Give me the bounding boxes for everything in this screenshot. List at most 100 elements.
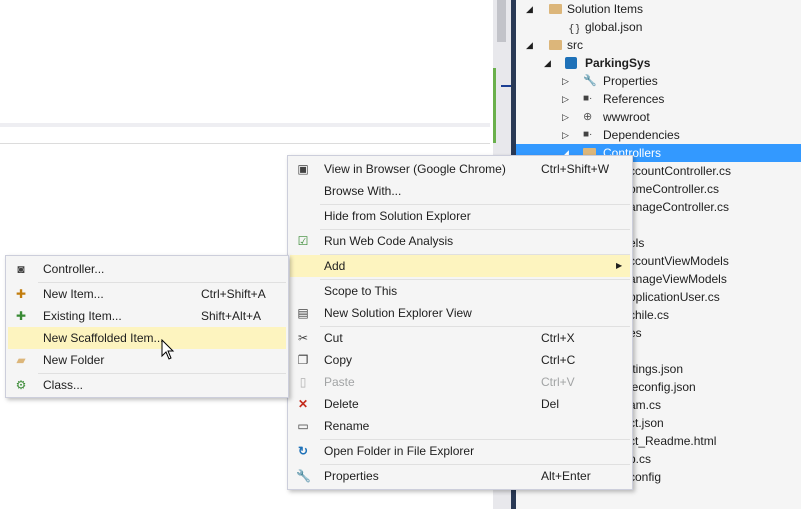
tree-item-src[interactable]: ◢ src: [516, 36, 801, 54]
folder-icon: [549, 4, 562, 14]
menu-item-label: Controller...: [43, 262, 105, 276]
menu-item-cut[interactable]: ✂ Cut Ctrl+X: [290, 327, 630, 349]
dependencies-icon: ■·: [583, 129, 593, 140]
menu-item-label: View in Browser (Google Chrome): [324, 162, 506, 176]
menu-item-hide-from-solution-explorer[interactable]: Hide from Solution Explorer: [290, 205, 630, 227]
expand-arrow-icon[interactable]: ◢: [544, 54, 554, 72]
menu-item-label: Copy: [324, 353, 353, 367]
browser-icon: ▣: [297, 162, 309, 176]
menu-item-add[interactable]: Add ▶: [290, 255, 630, 277]
expand-arrow-icon[interactable]: ◢: [526, 36, 536, 54]
menu-item-label: Open Folder in File Explorer: [324, 444, 475, 458]
delete-icon: ✕: [297, 397, 309, 411]
menu-item-shortcut: Ctrl+C: [541, 353, 576, 367]
expand-arrow-icon[interactable]: ◢: [526, 0, 536, 18]
menu-item-run-web-code-analysis[interactable]: ☑ Run Web Code Analysis: [290, 230, 630, 252]
menu-item-label: Hide from Solution Explorer: [324, 209, 471, 223]
existing-item-icon: ✚: [15, 309, 27, 323]
menu-item-properties[interactable]: 🔧 Properties Alt+Enter: [290, 465, 630, 487]
menu-item-scope-to-this[interactable]: Scope to This: [290, 280, 630, 302]
menu-item-label: New Solution Explorer View: [324, 306, 472, 320]
copy-icon: ❐: [297, 353, 309, 367]
tree-item-wwwroot[interactable]: ▷ ⊕ wwwroot: [516, 108, 801, 126]
globe-icon: ⊕: [583, 111, 593, 123]
svg-text:{}: {}: [568, 22, 579, 35]
expand-arrow-icon[interactable]: ▷: [562, 90, 572, 108]
tree-item-properties[interactable]: ▷ 🔧 Properties: [516, 72, 801, 90]
wrench-icon: 🔧: [583, 75, 597, 87]
menu-item-label: Add: [324, 259, 346, 273]
tree-item-label: wwwroot: [603, 110, 650, 124]
menu-item-copy[interactable]: ❐ Copy Ctrl+C: [290, 349, 630, 371]
tree-item-solution-items[interactable]: ◢ Solution Items: [516, 0, 801, 18]
tree-item-label: am.cs: [629, 398, 662, 412]
expand-arrow-icon[interactable]: ▷: [562, 72, 572, 90]
context-menu: ▣ View in Browser (Google Chrome) Ctrl+S…: [287, 155, 633, 490]
tree-item-label: ParkingSys: [585, 56, 651, 70]
mouse-cursor-icon: [161, 339, 175, 360]
menu-item-shortcut: Ctrl+Shift+W: [541, 162, 610, 176]
change-marker: [493, 68, 496, 143]
tree-item-label: pplicationUser.cs: [629, 290, 720, 304]
submenu-item-existing-item[interactable]: ✚ Existing Item... Shift+Alt+A: [8, 305, 286, 327]
submenu-arrow-icon: ▶: [616, 261, 623, 270]
menu-item-label: Paste: [324, 375, 355, 389]
menu-item-label: Class...: [43, 378, 84, 392]
controller-icon: ◙: [17, 262, 25, 276]
submenu-item-new-item[interactable]: ✚ New Item... Ctrl+Shift+A: [8, 283, 286, 305]
menu-item-open-folder-in-file-explorer[interactable]: ↻ Open Folder in File Explorer: [290, 440, 630, 462]
menu-item-label: Properties: [324, 469, 379, 483]
menu-item-label: New Folder: [43, 353, 105, 367]
tree-item-label: ct.json: [629, 416, 664, 430]
tree-item-label: config: [629, 470, 662, 484]
tree-item-label: anageViewModels: [629, 272, 727, 286]
new-folder-icon: ▰: [16, 353, 26, 367]
menu-item-label: Existing Item...: [43, 309, 122, 323]
scrollbar-thumb[interactable]: [497, 0, 506, 42]
tree-item-label: src: [567, 38, 583, 52]
web-project-icon: [565, 57, 577, 69]
menu-item-browse-with[interactable]: Browse With...: [290, 180, 630, 202]
new-item-icon: ✚: [15, 287, 27, 301]
tree-item-label: Properties: [603, 74, 658, 88]
tree-item-label: References: [603, 92, 665, 106]
tree-item-global-json[interactable]: {} global.json: [516, 18, 801, 36]
menu-item-delete[interactable]: ✕ Delete Del: [290, 393, 630, 415]
menu-item-view-in-browser[interactable]: ▣ View in Browser (Google Chrome) Ctrl+S…: [290, 158, 630, 180]
submenu-item-class[interactable]: ⚙ Class...: [8, 374, 286, 396]
tree-item-references[interactable]: ▷ ■· References: [516, 90, 801, 108]
editor-lower-pane[interactable]: [0, 127, 490, 144]
menu-item-new-solution-explorer-view[interactable]: ▤ New Solution Explorer View: [290, 302, 630, 324]
editor-pane[interactable]: [0, 0, 490, 123]
menu-item-shortcut: Alt+Enter: [541, 469, 591, 483]
menu-item-label: Scope to This: [324, 284, 398, 298]
tree-item-label: Dependencies: [603, 128, 680, 142]
submenu-item-new-scaffolded-item[interactable]: New Scaffolded Item...: [8, 327, 286, 349]
tree-item-label: global.json: [585, 20, 643, 34]
expand-arrow-icon[interactable]: ▷: [562, 126, 572, 144]
menu-item-shortcut: Ctrl+Shift+A: [201, 287, 266, 301]
tree-item-label: ttings.json: [629, 362, 684, 376]
folder-icon: [549, 40, 562, 50]
tree-item-label: ccountController.cs: [629, 164, 732, 178]
submenu-item-controller[interactable]: ◙ Controller...: [8, 258, 286, 280]
tree-item-parkingsys[interactable]: ◢ ParkingSys: [516, 54, 801, 72]
paste-icon: ▯: [299, 375, 307, 389]
class-icon: ⚙: [15, 378, 27, 392]
tree-item-label: leconfig.json: [629, 380, 696, 394]
menu-item-label: Run Web Code Analysis: [324, 234, 454, 248]
menu-item-shortcut: Shift+Alt+A: [201, 309, 262, 323]
submenu-item-new-folder[interactable]: ▰ New Folder: [8, 349, 286, 371]
tree-item-label: chile.cs: [629, 308, 670, 322]
menu-item-shortcut: Ctrl+X: [541, 331, 575, 345]
menu-item-shortcut: Ctrl+V: [541, 375, 575, 389]
menu-item-rename[interactable]: ▭ Rename: [290, 415, 630, 437]
tree-item-label: ct_Readme.html: [629, 434, 717, 448]
tree-item-label: Solution Items: [567, 2, 644, 16]
tree-item-label: omeController.cs: [629, 182, 720, 196]
menu-item-paste[interactable]: ▯ Paste Ctrl+V: [290, 371, 630, 393]
caret-marker: [501, 85, 511, 87]
new-view-icon: ▤: [297, 306, 309, 320]
tree-item-dependencies[interactable]: ▷ ■· Dependencies: [516, 126, 801, 144]
expand-arrow-icon[interactable]: ▷: [562, 108, 572, 126]
